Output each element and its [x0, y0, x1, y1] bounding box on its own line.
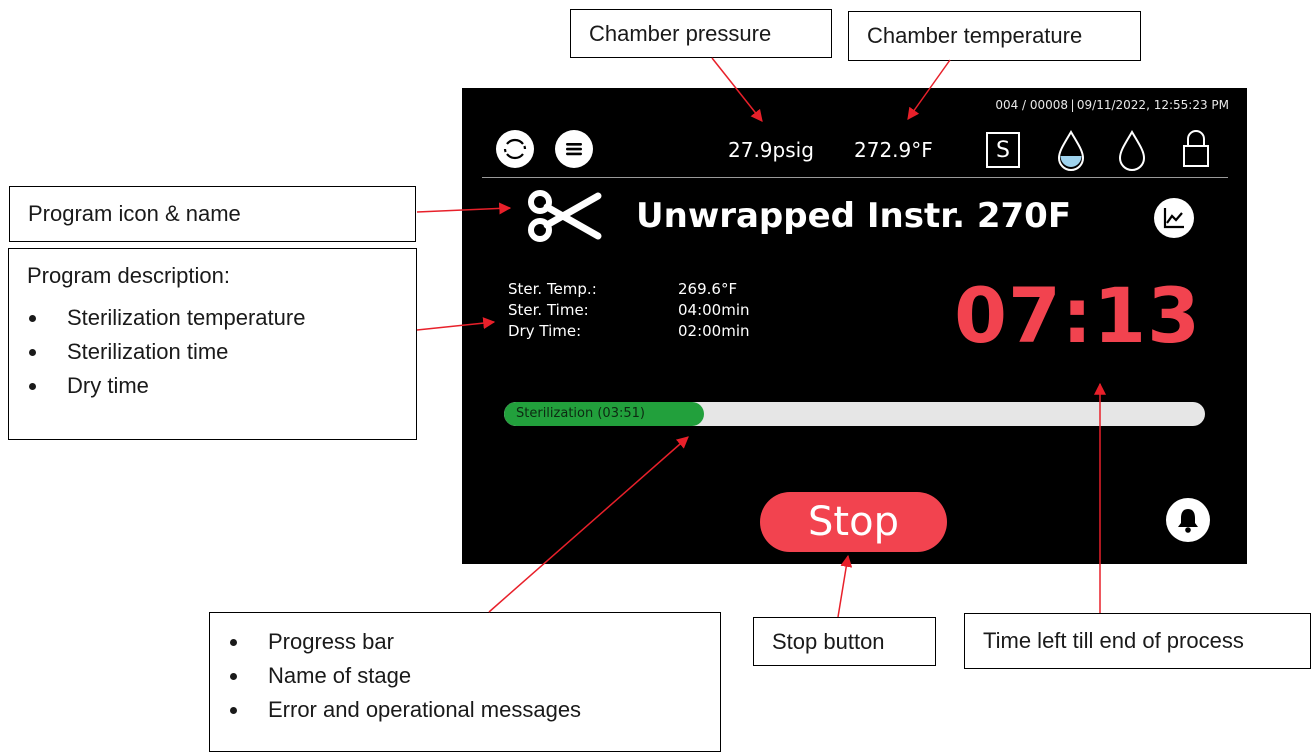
progress-stage-label: Sterilization (03:51) [516, 406, 645, 421]
callout-chamber-temperature-text: Chamber temperature [867, 23, 1083, 48]
program-specs: Ster. Temp.: Ster. Time: Dry Time: [508, 279, 597, 342]
callout-program-icon-name: Program icon & name [9, 186, 416, 242]
lock-icon [1183, 130, 1209, 167]
program-spec-values: 269.6°F 04:00min 02:00min [678, 279, 750, 342]
status-mode-indicator: S [986, 132, 1020, 168]
spec-value-ster-time: 04:00min [678, 301, 750, 319]
callout-chamber-pressure-text: Chamber pressure [589, 20, 772, 46]
callout-program-description-list: Sterilization temperature Sterilization … [9, 301, 416, 403]
list-item: Sterilization temperature [49, 301, 416, 335]
device-screen: 004 / 00008 | 09/11/2022, 12:55:23 PM 27… [462, 88, 1247, 564]
refresh-icon [503, 138, 527, 160]
callout-chamber-pressure: Chamber pressure [570, 9, 832, 58]
spec-value-ster-temp: 269.6°F [678, 280, 738, 298]
spec-label-ster-time: Ster. Time: [508, 301, 589, 319]
callout-time-left: Time left till end of process [964, 613, 1311, 669]
status-letter: S [996, 137, 1010, 163]
progress-bar: Sterilization (03:51) [504, 402, 1205, 426]
refresh-button[interactable] [496, 130, 534, 168]
callout-progress-info-list: Progress bar Name of stage Error and ope… [210, 625, 720, 727]
bell-button[interactable] [1166, 498, 1210, 542]
callout-stop-button-text: Stop button [772, 628, 885, 654]
list-item: Dry time [49, 369, 416, 403]
menu-button[interactable] [555, 130, 593, 168]
program-name: Unwrapped Instr. 270F [636, 196, 1072, 236]
list-item: Sterilization time [49, 335, 416, 369]
chamber-temperature-readout: 272.9°F [854, 138, 933, 162]
callout-time-left-text: Time left till end of process [983, 628, 1244, 653]
bell-icon [1178, 509, 1198, 533]
arrow-stop-button [837, 554, 853, 618]
list-item: Progress bar [250, 625, 720, 659]
stop-button-label: Stop [808, 499, 899, 545]
chart-button[interactable] [1154, 198, 1194, 238]
water-drop-filled-icon [1057, 130, 1085, 171]
time-left-display: 07:13 [954, 271, 1201, 360]
callout-program-icon-name-text: Program icon & name [28, 201, 241, 226]
scissors-icon [528, 190, 602, 242]
spec-value-dry-time: 02:00min [678, 322, 750, 340]
callout-program-description: Program description: Sterilization tempe… [8, 248, 417, 440]
header-divider [482, 177, 1228, 178]
menu-icon [566, 143, 582, 156]
chamber-pressure-readout: 27.9psig [728, 138, 814, 162]
chart-icon [1163, 208, 1184, 229]
callout-stop-button: Stop button [753, 617, 936, 666]
spec-label-ster-temp: Ster. Temp.: [508, 280, 597, 298]
water-drop-empty-icon [1118, 130, 1146, 171]
list-item: Name of stage [250, 659, 720, 693]
spec-label-dry-time: Dry Time: [508, 322, 582, 340]
callout-progress-info: Progress bar Name of stage Error and ope… [209, 612, 721, 752]
header-info: 004 / 00008 | 09/11/2022, 12:55:23 PM [995, 98, 1229, 112]
callout-program-description-title: Program description: [27, 263, 230, 288]
callout-chamber-temperature: Chamber temperature [848, 11, 1141, 61]
stop-button[interactable]: Stop [760, 492, 947, 552]
list-item: Error and operational messages [250, 693, 720, 727]
